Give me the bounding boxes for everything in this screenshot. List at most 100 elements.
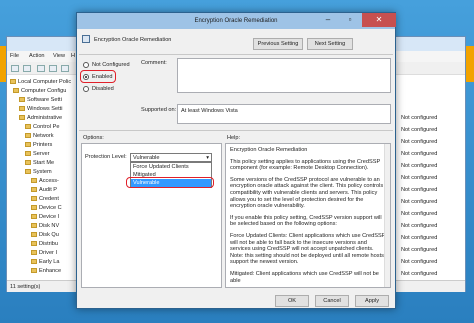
folder-icon (25, 142, 31, 148)
computer-icon (13, 88, 19, 94)
help-paragraph: Encryption Oracle Remediation (230, 147, 308, 153)
state-cell: Not configured (401, 163, 438, 169)
state-cell: Not configured (401, 187, 438, 193)
folder-icon (31, 223, 37, 229)
back-icon[interactable] (11, 65, 19, 72)
protection-level-select[interactable]: Vulnerable ▾ (130, 153, 212, 162)
radio-button[interactable] (83, 61, 89, 68)
menu-help[interactable]: H (71, 53, 75, 59)
tree-item[interactable]: Credent (31, 195, 59, 204)
state-cell: Not configured (401, 127, 438, 133)
radio-enabled[interactable]: Enabled (83, 72, 113, 82)
folder-icon (31, 205, 37, 211)
tree-item[interactable]: Software Setti (19, 96, 62, 105)
tree-item[interactable]: Driver I (31, 249, 57, 258)
state-cell: Not configured (401, 223, 438, 229)
cancel-button[interactable]: Cancel (315, 295, 349, 307)
option-force-updated-clients[interactable]: Force Updated Clients (131, 163, 211, 171)
tree-item[interactable]: Early La (31, 258, 60, 267)
folder-icon (31, 214, 37, 220)
radio-button[interactable] (83, 85, 89, 92)
state-cell: Not configured (401, 115, 438, 121)
tree-item[interactable]: Local Computer Polic (10, 78, 71, 87)
apply-button[interactable]: Apply (355, 295, 389, 307)
folder-icon (31, 268, 37, 274)
help-scrollbar[interactable] (384, 144, 390, 287)
state-cell: Not configured (401, 271, 438, 277)
show-tree-icon[interactable] (49, 65, 57, 72)
supported-field: At least Windows Vista (177, 104, 391, 124)
folder-icon (31, 187, 37, 193)
menu-view[interactable]: View (53, 53, 65, 59)
tree-item[interactable]: Device C (31, 204, 62, 213)
maximize-button[interactable]: ▫ (339, 13, 361, 27)
tree-item[interactable]: Administrative (19, 114, 62, 123)
folder-icon (25, 151, 31, 157)
state-cell: Not configured (401, 259, 438, 265)
up-icon[interactable] (37, 65, 45, 72)
tree-item[interactable]: Server (25, 150, 49, 159)
folder-icon (25, 133, 31, 139)
next-setting-button[interactable]: Next Setting (307, 38, 353, 50)
radio-button[interactable] (83, 73, 89, 80)
folder-icon (19, 106, 25, 112)
policy-name: Encryption Oracle Remediation (94, 37, 172, 43)
help-paragraph: Mitigated: Client applications which use… (230, 270, 379, 284)
supported-label: Supported on: (141, 107, 177, 113)
state-cell: Not configured (401, 247, 438, 253)
minimize-button[interactable]: – (317, 13, 339, 27)
options-label: Options: (83, 135, 104, 141)
help-paragraph: If you enable this policy setting, CredS… (230, 214, 382, 228)
help-paragraph: Some versions of the CredSSP protocol ar… (230, 176, 384, 210)
help-panel: Encryption Oracle Remediation This polic… (225, 143, 391, 288)
tree-item[interactable]: Printers (25, 141, 52, 150)
tree-item[interactable]: Distribu (31, 240, 58, 249)
ok-button[interactable]: OK (275, 295, 309, 307)
help-paragraph: Force Updated Clients: Client applicatio… (230, 232, 386, 266)
setting-state-column: Not configured Not configured Not config… (395, 76, 465, 280)
folder-icon (31, 232, 37, 238)
folder-icon (31, 250, 37, 256)
folder-icon (19, 97, 25, 103)
tree-item[interactable]: Access- (31, 177, 59, 186)
divider (79, 54, 393, 55)
radio-disabled[interactable]: Disabled (83, 84, 114, 94)
close-button[interactable]: ✕ (362, 13, 396, 27)
tree-item[interactable]: Windows Setti (19, 105, 62, 114)
folder-icon (25, 124, 31, 130)
folder-icon (25, 169, 31, 175)
state-cell: Not configured (401, 175, 438, 181)
chevron-down-icon: ▾ (206, 155, 209, 161)
menu-file[interactable]: File (10, 53, 19, 59)
console-tree: Local Computer Polic Computer Configu So… (7, 76, 77, 280)
policy-setting-dialog: Encryption Oracle Remediation – ▫ ✕ Encr… (76, 12, 396, 309)
folder-icon (25, 160, 31, 166)
protection-level-label: Protection Level: (85, 154, 127, 160)
forward-icon[interactable] (23, 65, 31, 72)
tree-item[interactable]: Enhance (31, 267, 61, 276)
comment-label: Comment: (141, 60, 167, 66)
state-cell: Not configured (401, 199, 438, 205)
tree-item[interactable]: System (25, 168, 52, 177)
tree-item[interactable]: Disk NV (31, 222, 59, 231)
menu-action[interactable]: Action (29, 53, 45, 59)
tree-item[interactable]: Computer Configu (13, 87, 66, 96)
policy-icon (10, 79, 16, 85)
previous-setting-button[interactable]: Previous Setting (253, 38, 303, 50)
tree-item[interactable]: Device I (31, 213, 59, 222)
folder-icon (31, 178, 37, 184)
tree-item[interactable]: Audit P (31, 186, 57, 195)
tree-item[interactable]: Disk Qu (31, 231, 59, 240)
help-label: Help: (227, 135, 241, 141)
tree-item[interactable]: Start Me (25, 159, 54, 168)
divider (79, 130, 393, 131)
state-cell: Not configured (401, 139, 438, 145)
properties-icon[interactable] (61, 65, 69, 72)
state-cell: Not configured (401, 235, 438, 241)
state-cell: Not configured (401, 211, 438, 217)
state-cell: Not configured (401, 151, 438, 157)
comment-field[interactable] (177, 58, 391, 93)
radio-not-configured[interactable]: Not Configured (83, 60, 130, 70)
tree-item[interactable]: Control Pe (25, 123, 59, 132)
tree-item[interactable]: Network (25, 132, 54, 141)
